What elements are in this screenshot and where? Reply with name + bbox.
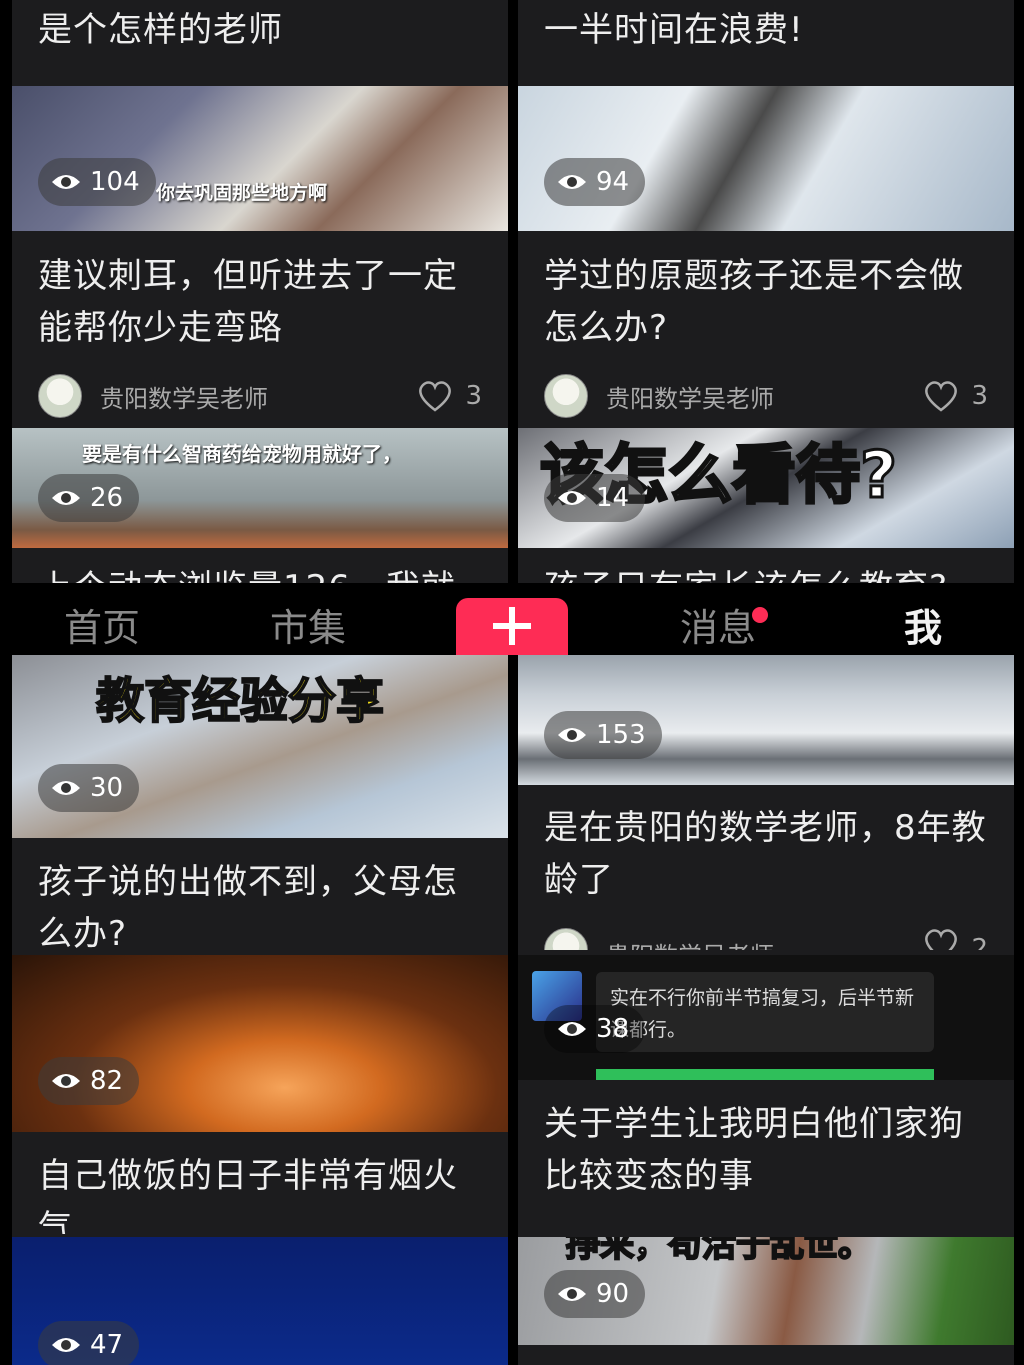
card-title-truncated[interactable]: 上个动态浏览量126，我就 xyxy=(38,562,488,583)
author-name[interactable]: 贵阳数学吴老师 xyxy=(606,936,774,950)
comment-bubble: 实在不行你前半节搞复习，后半节新课都行。 xyxy=(596,972,934,1052)
like-button[interactable]: 2 xyxy=(923,928,988,950)
view-count: 153 xyxy=(596,720,646,750)
view-count: 47 xyxy=(90,1330,124,1360)
view-count-badge: 153 xyxy=(544,711,662,759)
view-count-badge: 94 xyxy=(544,158,646,206)
heart-icon xyxy=(925,381,958,412)
progress-bar xyxy=(596,1069,934,1080)
eye-icon xyxy=(52,781,80,795)
view-count: 26 xyxy=(90,483,124,513)
publish-button[interactable] xyxy=(456,598,568,655)
avatar[interactable] xyxy=(544,374,588,418)
video-thumbnail[interactable]: 94 xyxy=(518,86,1014,231)
view-count-badge: 38 xyxy=(544,1005,646,1053)
author-name[interactable]: 贵阳数学吴老师 xyxy=(100,379,268,414)
video-thumbnail[interactable]: 104 你去巩固那些地方啊 xyxy=(12,86,508,231)
view-count: 94 xyxy=(596,167,630,197)
view-count: 82 xyxy=(90,1066,124,1096)
tab-home[interactable]: 首页 xyxy=(64,597,140,652)
card-title[interactable]: 学过的原题孩子还是不会做怎么办? xyxy=(544,250,994,354)
card-title[interactable]: 孩子说的出做不到，父母怎么办? xyxy=(38,856,488,952)
video-thumbnail[interactable]: 挣来，苟活于乱世。 90 xyxy=(518,1237,1014,1345)
tab-messages[interactable]: 消息 xyxy=(680,597,756,652)
view-count-badge: 90 xyxy=(544,1270,646,1318)
avatar[interactable] xyxy=(38,374,82,418)
video-caption: 要是有什么智商药给宠物用就好了， xyxy=(82,442,402,466)
eye-icon xyxy=(558,728,586,742)
author-row[interactable]: 贵阳数学吴老师 xyxy=(544,928,774,950)
view-count: 104 xyxy=(90,167,140,197)
heart-icon xyxy=(925,929,958,950)
video-thumbnail[interactable]: 要是有什么智商药给宠物用就好了， 26 xyxy=(12,428,508,548)
tab-me[interactable]: 我 xyxy=(904,597,942,652)
feed-column-right: 一半时间在浪费! 94 学过的原题孩子还是不会做怎么办? 贵阳数学吴老师 3 该… xyxy=(518,0,1014,1365)
eye-icon xyxy=(558,175,586,189)
author-row[interactable]: 贵阳数学吴老师 xyxy=(544,374,774,418)
eye-icon xyxy=(558,1287,586,1301)
like-count: 2 xyxy=(971,934,988,950)
feed-column-left: 是个怎样的老师 104 你去巩固那些地方啊 建议刺耳，但听进去了一定能帮你少走弯… xyxy=(12,0,508,1365)
video-overlay-text: 挣来，苟活于乱世。 xyxy=(565,1237,873,1266)
view-count: 30 xyxy=(90,773,124,803)
video-caption: 你去巩固那些地方啊 xyxy=(156,182,328,204)
tab-market[interactable]: 市集 xyxy=(270,597,346,652)
bottom-tab-bar: 首页 市集 消息 我 xyxy=(0,583,1024,655)
view-count: 38 xyxy=(596,1014,630,1044)
video-overlay-text: 教育经验分享 xyxy=(95,672,385,730)
like-button[interactable]: 3 xyxy=(417,374,482,418)
card-title[interactable]: 是在贵阳的数学老师，8年教龄了 xyxy=(544,802,994,906)
video-thumbnail[interactable]: 该怎么看待? 14 xyxy=(518,428,1014,548)
view-count-badge: 82 xyxy=(38,1057,140,1105)
view-count-badge: 30 xyxy=(38,764,140,812)
view-count-badge: 104 xyxy=(38,158,156,206)
like-count: 3 xyxy=(465,381,482,411)
card-title[interactable]: 建议刺耳，但听进去了一定能帮你少走弯路 xyxy=(38,250,488,354)
eye-icon xyxy=(52,1338,80,1352)
eye-icon xyxy=(558,1022,586,1036)
video-thumbnail[interactable]: 82 xyxy=(12,955,508,1132)
view-count: 14 xyxy=(596,483,630,513)
like-button[interactable]: 3 xyxy=(923,374,988,418)
plus-icon xyxy=(509,607,515,645)
notification-dot xyxy=(752,607,768,623)
eye-icon xyxy=(52,175,80,189)
card-title-truncated[interactable]: 孩子只有家长该怎么教育? xyxy=(544,562,994,583)
eye-icon xyxy=(558,491,586,505)
author-name[interactable]: 贵阳数学吴老师 xyxy=(606,379,774,414)
eye-icon xyxy=(52,491,80,505)
view-count-badge: 26 xyxy=(38,474,140,522)
view-count: 90 xyxy=(596,1279,630,1309)
avatar[interactable] xyxy=(544,928,588,950)
video-thumbnail[interactable]: 教育经验分享 30 xyxy=(12,655,508,838)
card-title[interactable]: 一半时间在浪费! xyxy=(544,4,994,56)
card-title[interactable]: 是个怎样的老师 xyxy=(38,4,488,56)
view-count-badge: 47 xyxy=(38,1321,140,1365)
view-count-badge: 14 xyxy=(544,474,646,522)
eye-icon xyxy=(52,1074,80,1088)
author-row[interactable]: 贵阳数学吴老师 xyxy=(38,374,268,418)
card-title[interactable]: 关于学生让我明白他们家狗比较变态的事 xyxy=(544,1098,994,1202)
video-thumbnail[interactable]: 153 xyxy=(518,655,1014,785)
card-title[interactable]: 自己做饭的日子非常有烟火气 xyxy=(38,1150,488,1234)
video-thumbnail[interactable]: 47 xyxy=(12,1237,508,1365)
video-thumbnail[interactable]: 实在不行你前半节搞复习，后半节新课都行。 38 xyxy=(518,955,1014,1080)
like-count: 3 xyxy=(971,381,988,411)
heart-icon xyxy=(419,381,452,412)
